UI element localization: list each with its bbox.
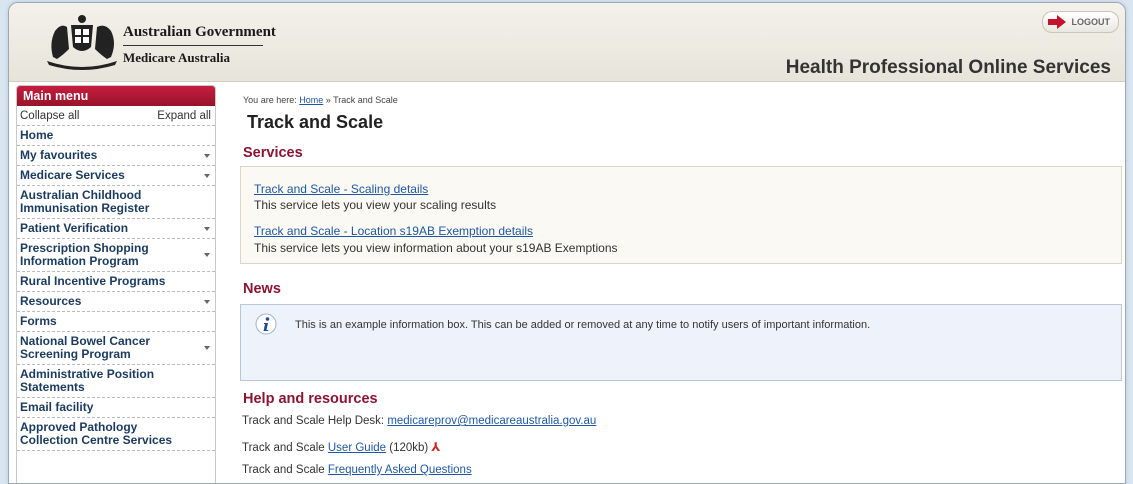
app-window: Australian Government Medicare Australia… (8, 2, 1126, 484)
sidebar-item-label: Australian Childhood Immunisation Regist… (20, 188, 150, 215)
breadcrumb-prefix: You are here: (243, 95, 300, 105)
news-heading: News (243, 281, 281, 297)
sidebar-item[interactable]: Forms (17, 312, 215, 332)
expand-all-link[interactable]: Expand all (157, 110, 211, 122)
logout-arrow-icon (1047, 15, 1066, 29)
sidebar-item-label: Forms (20, 314, 57, 328)
help-desk-prefix: Track and Scale Help Desk: (242, 415, 388, 427)
chevron-down-icon[interactable] (204, 173, 210, 178)
sidebar-item[interactable]: Home (17, 126, 215, 146)
sidebar-item-label: Home (20, 128, 54, 142)
sidebar-item[interactable]: My favourites (17, 146, 215, 166)
service-desc-exemption: This service lets you view information a… (254, 241, 618, 255)
chevron-down-icon[interactable] (204, 153, 210, 158)
services-box: Track and Scale - Scaling details This s… (240, 166, 1122, 264)
service-link-exemption[interactable]: Track and Scale - Location s19AB Exempti… (254, 224, 533, 238)
faq-prefix: Track and Scale (242, 464, 328, 476)
logout-button[interactable]: LOGOUT (1041, 11, 1119, 33)
sidebar-item-label: Patient Verification (20, 221, 129, 235)
pdf-icon: ⅄ (431, 440, 441, 454)
gov-subtitle: Medicare Australia (123, 50, 230, 65)
sidebar-item-label: Resources (20, 294, 82, 308)
faq-link[interactable]: Frequently Asked Questions (328, 464, 472, 476)
sidebar-item-label: Administrative Position Statements (20, 367, 155, 394)
help-heading: Help and resources (243, 391, 378, 407)
sidebar-item-label: My favourites (20, 148, 98, 162)
service-desc-scaling: This service lets you view your scaling … (254, 198, 497, 212)
info-icon (255, 313, 277, 335)
chevron-down-icon[interactable] (204, 346, 210, 350)
coat-of-arms-icon (47, 15, 117, 70)
gov-divider (123, 45, 263, 46)
site-header: Australian Government Medicare Australia… (9, 3, 1125, 82)
sidebar-item-label: Rural Incentive Programs (20, 274, 166, 288)
user-guide-prefix: Track and Scale (242, 442, 328, 454)
sidebar-item[interactable]: Email facility (17, 398, 215, 418)
main-menu-list: Home My favourites Medicare Services Austra… (17, 126, 215, 451)
sidebar-item[interactable]: Patient Verification (17, 219, 215, 239)
sidebar-item-label: National Bowel Cancer Screening Program (20, 334, 151, 361)
news-text: This is an example information box. This… (295, 319, 871, 331)
collapse-expand-row: Collapse all Expand all (17, 106, 215, 126)
sidebar: Main menu Collapse all Expand all Home My… (16, 85, 216, 483)
sidebar-item[interactable]: Australian Childhood Immunisation Regist… (17, 186, 215, 219)
breadcrumb-current: Track and Scale (333, 95, 398, 105)
chevron-down-icon[interactable] (204, 299, 210, 304)
sidebar-item[interactable]: Approved Pathology Collection Centre Ser… (17, 418, 215, 451)
sidebar-item[interactable]: Rural Incentive Programs (17, 272, 215, 292)
sidebar-item-label: Medicare Services (20, 168, 125, 182)
sidebar-item-label: Prescription Shopping Information Progra… (20, 241, 149, 268)
chevron-down-icon[interactable] (204, 226, 210, 231)
sidebar-item[interactable]: Resources (17, 292, 215, 312)
faq-line: Track and Scale Frequently Asked Questio… (242, 464, 472, 476)
service-link-scaling[interactable]: Track and Scale - Scaling details (254, 182, 428, 196)
sidebar-item[interactable]: National Bowel Cancer Screening Program (17, 332, 215, 365)
help-desk-email-link[interactable]: medicareprov@medicareaustralia.gov.au (387, 415, 596, 427)
page-title: Track and Scale (247, 112, 384, 132)
help-desk-line: Track and Scale Help Desk: medicareprov@… (242, 415, 596, 427)
sidebar-item[interactable]: Medicare Services (17, 166, 215, 186)
site-title: Health Professional Online Services (785, 57, 1111, 78)
logout-label: LOGOUT (1071, 17, 1111, 27)
news-info-box: This is an example information box. This… (240, 304, 1122, 381)
breadcrumb-home-link[interactable]: Home (299, 95, 323, 105)
main-menu-header: Main menu (17, 86, 215, 106)
sidebar-item-label: Email facility (20, 400, 94, 414)
user-guide-line: Track and Scale User Guide (120kb) ⅄ (242, 440, 440, 454)
services-heading: Services (243, 145, 303, 161)
chevron-down-icon[interactable] (204, 253, 210, 257)
sidebar-item[interactable]: Administrative Position Statements (17, 365, 215, 398)
sidebar-item[interactable]: Prescription Shopping Information Progra… (17, 239, 215, 272)
gov-title: Australian Government (123, 24, 276, 40)
breadcrumb: You are here: Home » Track and Scale (243, 95, 398, 105)
user-guide-size: (120kb) (386, 442, 429, 454)
collapse-all-link[interactable]: Collapse all (20, 110, 79, 122)
sidebar-item-label: Approved Pathology Collection Centre Ser… (20, 420, 173, 447)
breadcrumb-separator: » (323, 95, 334, 105)
user-guide-link[interactable]: User Guide (328, 442, 386, 454)
